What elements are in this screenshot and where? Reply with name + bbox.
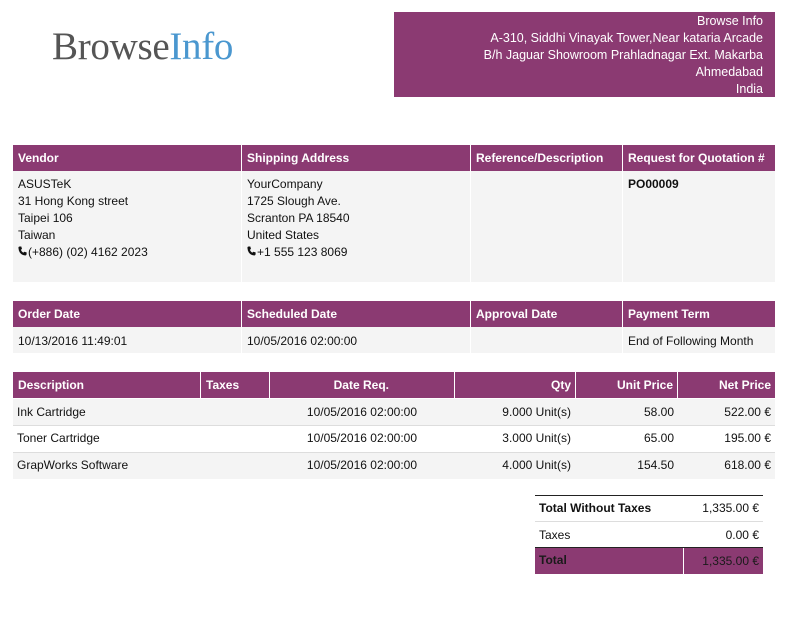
taxes-header: Taxes (201, 372, 270, 398)
company-logo: BrowseInfo (52, 26, 233, 68)
approval-date-header: Approval Date (471, 301, 623, 327)
line-date-req: 10/05/2016 02:00:00 (306, 405, 417, 419)
line-net-price: 195.00 € (724, 431, 771, 445)
order-date-header: Order Date (13, 301, 242, 327)
order-lines-header-bar: Description Taxes Date Req. Qty Unit Pri… (13, 372, 775, 398)
line-qty: 4.000 Unit(s) (502, 458, 571, 472)
line-date-req: 10/05/2016 02:00:00 (306, 431, 417, 445)
shipping-country: United States (247, 228, 320, 242)
line-description: GrapWorks Software (17, 458, 129, 472)
taxes-label: Taxes (539, 528, 571, 542)
totals-top-rule (535, 495, 763, 496)
info-header-bar: Vendor Shipping Address Reference/Descri… (13, 145, 775, 171)
line-qty: 9.000 Unit(s) (502, 405, 571, 419)
rfq-header: Request for Quotation # (628, 151, 765, 165)
scheduled-date-header: Scheduled Date (242, 301, 471, 327)
shipping-street: 1725 Slough Ave. (247, 194, 341, 208)
payment-term-header: Payment Term (628, 307, 710, 321)
dates-header-bar: Order Date Scheduled Date Approval Date … (13, 301, 775, 327)
total-without-taxes-label: Total Without Taxes (539, 501, 652, 515)
vendor-city: Taipei 106 (18, 211, 73, 225)
date-req-header: Date Req. (270, 372, 455, 398)
reference-cell-bg (471, 171, 622, 282)
total-label: Total (539, 553, 567, 567)
vendor-header: Vendor (13, 145, 242, 171)
reference-header: Reference/Description (471, 145, 623, 171)
approval-date-cell-bg (471, 327, 622, 353)
line-net-price: 522.00 € (724, 405, 771, 419)
taxes-value: 0.00 € (725, 528, 759, 542)
total-without-taxes-value: 1,335.00 € (702, 501, 759, 515)
totals-divider (535, 521, 763, 522)
phone-icon (247, 244, 257, 261)
vendor-country: Taiwan (18, 228, 56, 242)
line-net-price: 618.00 € (724, 458, 771, 472)
rfq-number: PO00009 (628, 177, 679, 191)
line-qty: 3.000 Unit(s) (502, 431, 571, 445)
shipping-address-header: Shipping Address (242, 145, 471, 171)
vendor-phone-line: (+886) (02) 4162 2023 (18, 244, 148, 261)
company-name: Browse Info (696, 14, 763, 28)
line-description: Toner Cartridge (17, 431, 100, 445)
vendor-phone: (+886) (02) 4162 2023 (28, 245, 148, 259)
order-date: 10/13/2016 11:49:01 (18, 334, 128, 348)
shipping-city: Scranton PA 18540 (247, 211, 350, 225)
shipping-phone: +1 555 123 8069 (257, 245, 348, 259)
company-address-line: A-310, Siddhi Vinayak Tower,Near kataria… (490, 31, 763, 45)
qty-header: Qty (455, 372, 576, 398)
shipping-phone-line: +1 555 123 8069 (247, 244, 347, 261)
line-unit-price: 154.50 (637, 458, 674, 472)
company-address-block: Browse Info A-310, Siddhi Vinayak Tower,… (394, 12, 775, 97)
vendor-name: ASUSTeK (18, 177, 72, 191)
line-description: Ink Cartridge (17, 405, 86, 419)
company-city: Ahmedabad (695, 65, 763, 79)
line-date-req: 10/05/2016 02:00:00 (306, 458, 417, 472)
total-value: 1,335.00 € (702, 554, 759, 568)
company-country: India (735, 82, 763, 96)
scheduled-date: 10/05/2016 02:00:00 (247, 334, 358, 348)
payment-term: End of Following Month (628, 334, 754, 348)
shipping-company: YourCompany (247, 177, 323, 191)
phone-icon (18, 244, 28, 261)
net-price-header: Net Price (718, 378, 771, 392)
unit-price-header: Unit Price (576, 372, 678, 398)
company-address-line: B/h Jaguar Showroom Prahladnagar Ext. Ma… (483, 48, 763, 62)
logo-text-info: Info (169, 25, 234, 68)
logo-text-browse: Browse (52, 25, 170, 68)
line-unit-price: 58.00 (643, 405, 674, 419)
line-unit-price: 65.00 (643, 431, 674, 445)
description-header: Description (13, 372, 201, 398)
vendor-street: 31 Hong Kong street (18, 194, 129, 208)
